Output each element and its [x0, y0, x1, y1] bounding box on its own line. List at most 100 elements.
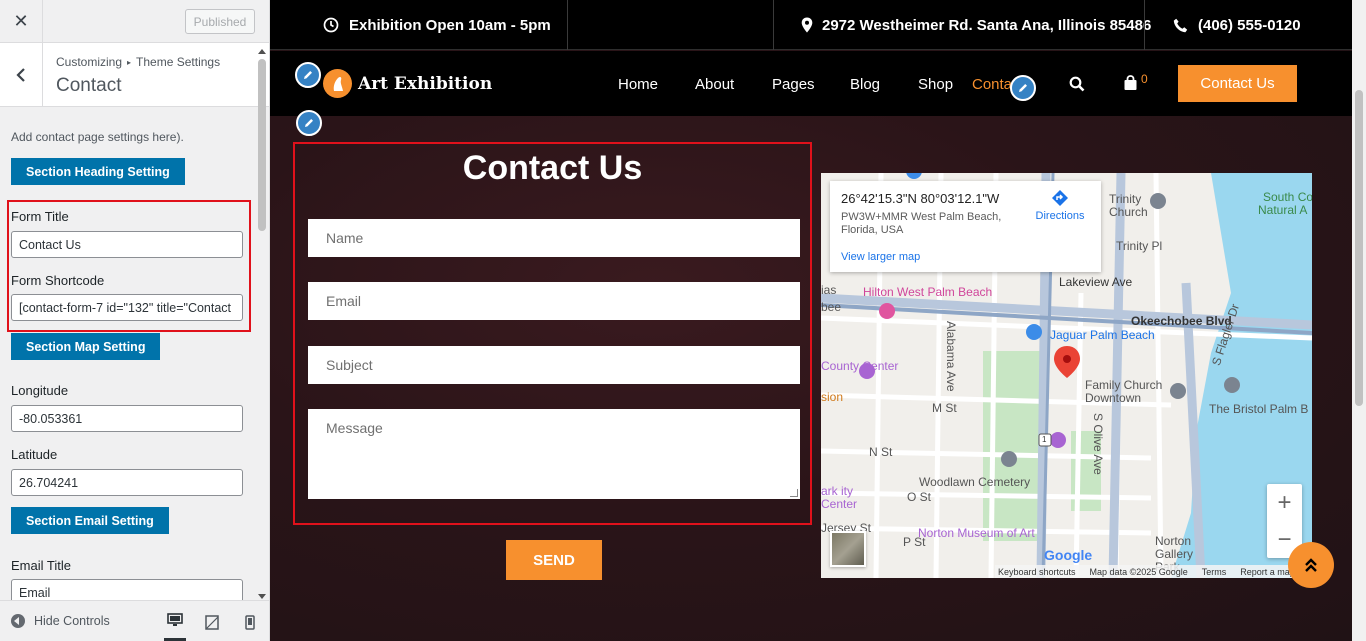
contact-form-section: Contact Us Name Email Subject Message	[293, 142, 812, 525]
terms-link[interactable]: Terms	[1202, 567, 1227, 577]
map-label: ark ity Center	[821, 484, 858, 511]
hide-controls-button[interactable]: Hide Controls	[11, 614, 110, 628]
form-title-label: Form Title	[11, 209, 69, 224]
topbar-divider	[1144, 0, 1145, 50]
panel-title: Contact	[56, 75, 122, 96]
controls-scroll-area: Add contact page settings here). Section…	[0, 108, 256, 600]
email-title-input[interactable]: Email	[11, 579, 243, 600]
longitude-input[interactable]: -80.053361	[11, 405, 243, 432]
scroll-down-arrow-icon[interactable]	[258, 594, 266, 599]
map-coordinates: 26°42'15.3"N 80°03'12.1"W	[841, 191, 1000, 206]
map-label: ias	[821, 283, 837, 297]
latitude-input[interactable]: 26.704241	[11, 469, 243, 496]
google-logo: Google	[1044, 547, 1093, 563]
edit-form-shortcut[interactable]	[296, 110, 322, 136]
view-larger-map-link[interactable]: View larger map	[841, 251, 920, 263]
route-number: 1	[1042, 435, 1047, 444]
map-label: N St	[869, 445, 893, 459]
map-label: O St	[907, 490, 932, 504]
cart-count: 0	[1141, 72, 1148, 86]
panel-header: Customizing ▸ Theme Settings Contact	[0, 43, 269, 107]
site-logo[interactable]: Art Exhibition	[323, 69, 492, 98]
nav-shop[interactable]: Shop	[918, 76, 953, 93]
breadcrumb: Customizing ▸ Theme Settings	[56, 55, 220, 69]
map-label: Norton Museum of Art	[918, 526, 1035, 540]
hide-controls-label: Hide Controls	[34, 614, 110, 628]
address-info: 2972 Westheimer Rd. Santa Ana, Illinois …	[801, 0, 1151, 50]
directions-link[interactable]: Directions	[1028, 189, 1092, 222]
map-info-card: 26°42'15.3"N 80°03'12.1"W PW3W+MMR West …	[830, 181, 1101, 272]
contact-us-button[interactable]: Contact Us	[1178, 65, 1297, 102]
desktop-preview-button[interactable]	[164, 610, 186, 641]
scrollbar-thumb[interactable]	[258, 59, 266, 231]
map-label: bee	[821, 300, 842, 314]
map-attribution: Keyboard shortcuts Map data ©2025 Google…	[995, 565, 1312, 578]
mobile-preview-button[interactable]	[239, 611, 261, 633]
edit-logo-shortcut[interactable]	[295, 62, 321, 88]
mobile-icon	[245, 614, 255, 630]
cart-icon[interactable]	[1123, 75, 1138, 91]
longitude-label: Longitude	[11, 383, 69, 398]
sidebar-scrollbar[interactable]	[256, 49, 268, 600]
customizer-root: ✕ Published Customizing ▸ Theme Settings C…	[0, 0, 1366, 641]
map-address: PW3W+MMR West Palm Beach, Florida, USA	[841, 211, 1002, 236]
nav-home[interactable]: Home	[618, 76, 658, 93]
publish-button[interactable]: Published	[185, 9, 255, 34]
nav-pages[interactable]: Pages	[772, 76, 815, 93]
keyboard-shortcuts-link[interactable]: Keyboard shortcuts	[998, 567, 1076, 577]
form-title-input[interactable]: Contact Us	[11, 231, 243, 258]
back-button[interactable]	[0, 43, 43, 106]
double-chevron-up-icon	[1305, 558, 1317, 572]
edit-menu-shortcut[interactable]	[1010, 75, 1036, 101]
pencil-icon	[304, 71, 312, 79]
brand-logo-icon	[323, 69, 352, 98]
section-email-setting-button[interactable]: Section Email Setting	[11, 507, 169, 534]
scrollbar-thumb[interactable]	[1355, 90, 1363, 406]
tablet-icon	[205, 614, 219, 630]
zoom-in-button[interactable]: +	[1267, 484, 1302, 521]
nav-about[interactable]: About	[695, 76, 734, 93]
send-button[interactable]: SEND	[506, 540, 602, 580]
email-field[interactable]: Email	[308, 282, 800, 320]
directions-label: Directions	[1035, 210, 1085, 222]
preview-scrollbar[interactable]	[1352, 0, 1366, 641]
resize-handle-icon[interactable]	[790, 489, 798, 497]
map-data-text: Map data ©2025 Google	[1089, 566, 1188, 577]
close-icon[interactable]: ✕	[0, 0, 43, 43]
embedded-map[interactable]: 26°42'15.3"N 80°03'12.1"W PW3W+MMR West …	[821, 173, 1312, 578]
satellite-toggle[interactable]	[830, 531, 866, 567]
phone-info[interactable]: (406) 555-0120	[1173, 0, 1301, 50]
subject-field[interactable]: Subject	[308, 346, 800, 384]
scroll-to-top-button[interactable]	[1288, 542, 1334, 588]
tablet-preview-button[interactable]	[201, 611, 223, 633]
section-heading-setting-button[interactable]: Section Heading Setting	[11, 158, 185, 185]
scroll-up-arrow-icon[interactable]	[258, 49, 266, 54]
map-label: M St	[932, 401, 957, 415]
customizer-sidebar: ✕ Published Customizing ▸ Theme Settings C…	[0, 0, 270, 641]
topbar-divider	[567, 0, 568, 50]
map-label: Hilton West Palm Beach	[863, 285, 993, 299]
nav-blog[interactable]: Blog	[850, 76, 880, 93]
brand-name: Art Exhibition	[358, 73, 493, 94]
map-label: South Co	[1263, 190, 1312, 204]
section-map-setting-button[interactable]: Section Map Setting	[11, 333, 161, 360]
pencil-icon	[305, 119, 313, 127]
customizer-header: ✕ Published	[0, 0, 269, 43]
search-icon[interactable]	[1069, 76, 1085, 92]
map-label: Jaguar Palm Beach	[1050, 328, 1155, 342]
map-label: Trinity Church	[1109, 192, 1148, 219]
map-label: S Olive Ave	[1091, 413, 1105, 475]
map-label: Natural A	[1258, 203, 1308, 217]
contact-form-title: Contact Us	[462, 149, 643, 187]
topbar-divider	[773, 0, 774, 50]
form-shortcode-input[interactable]: [contact-form-7 id="132" title="Contact	[11, 294, 243, 321]
map-label: County Center	[821, 359, 899, 373]
chevron-left-icon	[16, 67, 25, 82]
desktop-icon	[167, 613, 183, 626]
topbar: Exhibition Open 10am - 5pm 2972 Westheim…	[270, 0, 1352, 50]
breadcrumb-item: Theme Settings	[136, 55, 221, 69]
name-field[interactable]: Name	[308, 219, 800, 257]
nav-contact[interactable]: Contact	[972, 76, 1014, 93]
hours-info: Exhibition Open 10am - 5pm	[323, 0, 551, 50]
message-field[interactable]: Message	[308, 409, 800, 499]
